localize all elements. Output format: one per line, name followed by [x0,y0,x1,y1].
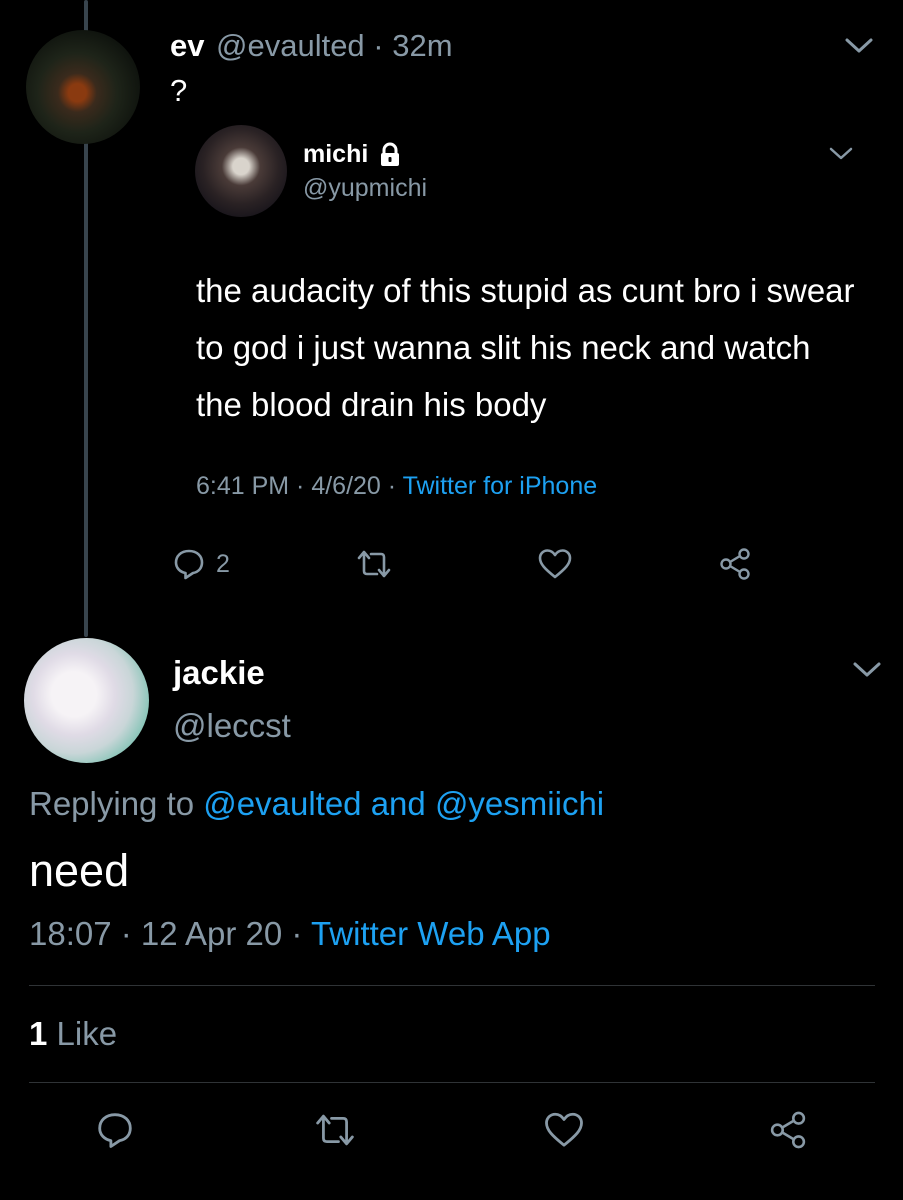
main-tweet-text: need [29,845,130,896]
main-author-handle[interactable]: @leccst [173,707,291,745]
main-tweet-meta: 18:07 · 12 Apr 20 · Twitter Web App [29,915,551,952]
heart-icon [543,1110,585,1150]
main-date: 12 Apr 20 [140,915,283,952]
avatar[interactable] [26,30,140,144]
reply-button[interactable] [95,1110,135,1150]
lock-icon [377,142,403,168]
share-icon [718,547,752,581]
divider [29,1082,875,1083]
retweet-button[interactable] [313,1110,357,1150]
quoted-date: 4/6/20 [311,472,381,500]
retweet-icon [355,547,393,581]
retweet-icon [313,1110,357,1150]
chevron-down-icon[interactable] [852,660,882,680]
likes-count[interactable]: 1 Like [29,1015,117,1053]
like-button[interactable] [537,547,573,581]
chevron-down-icon[interactable] [828,146,854,162]
author-handle[interactable]: @evaulted [216,28,365,63]
reply-icon [172,547,206,581]
main-author-name[interactable]: jackie [173,654,265,692]
reply-count: 2 [216,549,230,578]
mention-link[interactable]: @yesmiichi [435,785,604,822]
quoted-time: 6:41 PM [196,472,290,500]
main-avatar[interactable] [24,638,149,763]
main-source-link[interactable]: Twitter Web App [311,915,551,952]
timestamp[interactable]: 32m [392,28,452,63]
divider [29,985,875,986]
quoted-tweet-text: the audacity of this stupid as cunt bro … [196,272,855,423]
retweet-button[interactable] [355,547,393,581]
author-name[interactable]: ev [170,28,204,64]
quoted-author-handle[interactable]: @yupmichi [303,174,427,203]
heart-icon [537,547,573,581]
reply-icon [95,1110,135,1150]
like-count-value: 1 [29,1015,48,1052]
share-button[interactable] [768,1110,808,1150]
reply-button[interactable]: 2 [172,547,230,581]
quoted-author-name[interactable]: michi [303,140,368,169]
replying-to: Replying to @evaulted and @yesmiichi [29,785,605,822]
like-button[interactable] [543,1110,585,1150]
quoted-tweet-meta: 6:41 PM · 4/6/20 · Twitter for iPhone [196,472,598,500]
share-icon [768,1110,808,1150]
quoted-avatar[interactable] [195,125,287,217]
share-button[interactable] [718,547,752,581]
main-time: 18:07 [29,915,112,952]
tweet-text: ? [170,73,188,108]
author-meta: @evaulted · 32m [216,28,453,63]
quoted-source-link[interactable]: Twitter for iPhone [403,472,598,500]
mention-link[interactable]: @evaulted [203,785,361,822]
chevron-down-icon[interactable] [844,36,874,56]
